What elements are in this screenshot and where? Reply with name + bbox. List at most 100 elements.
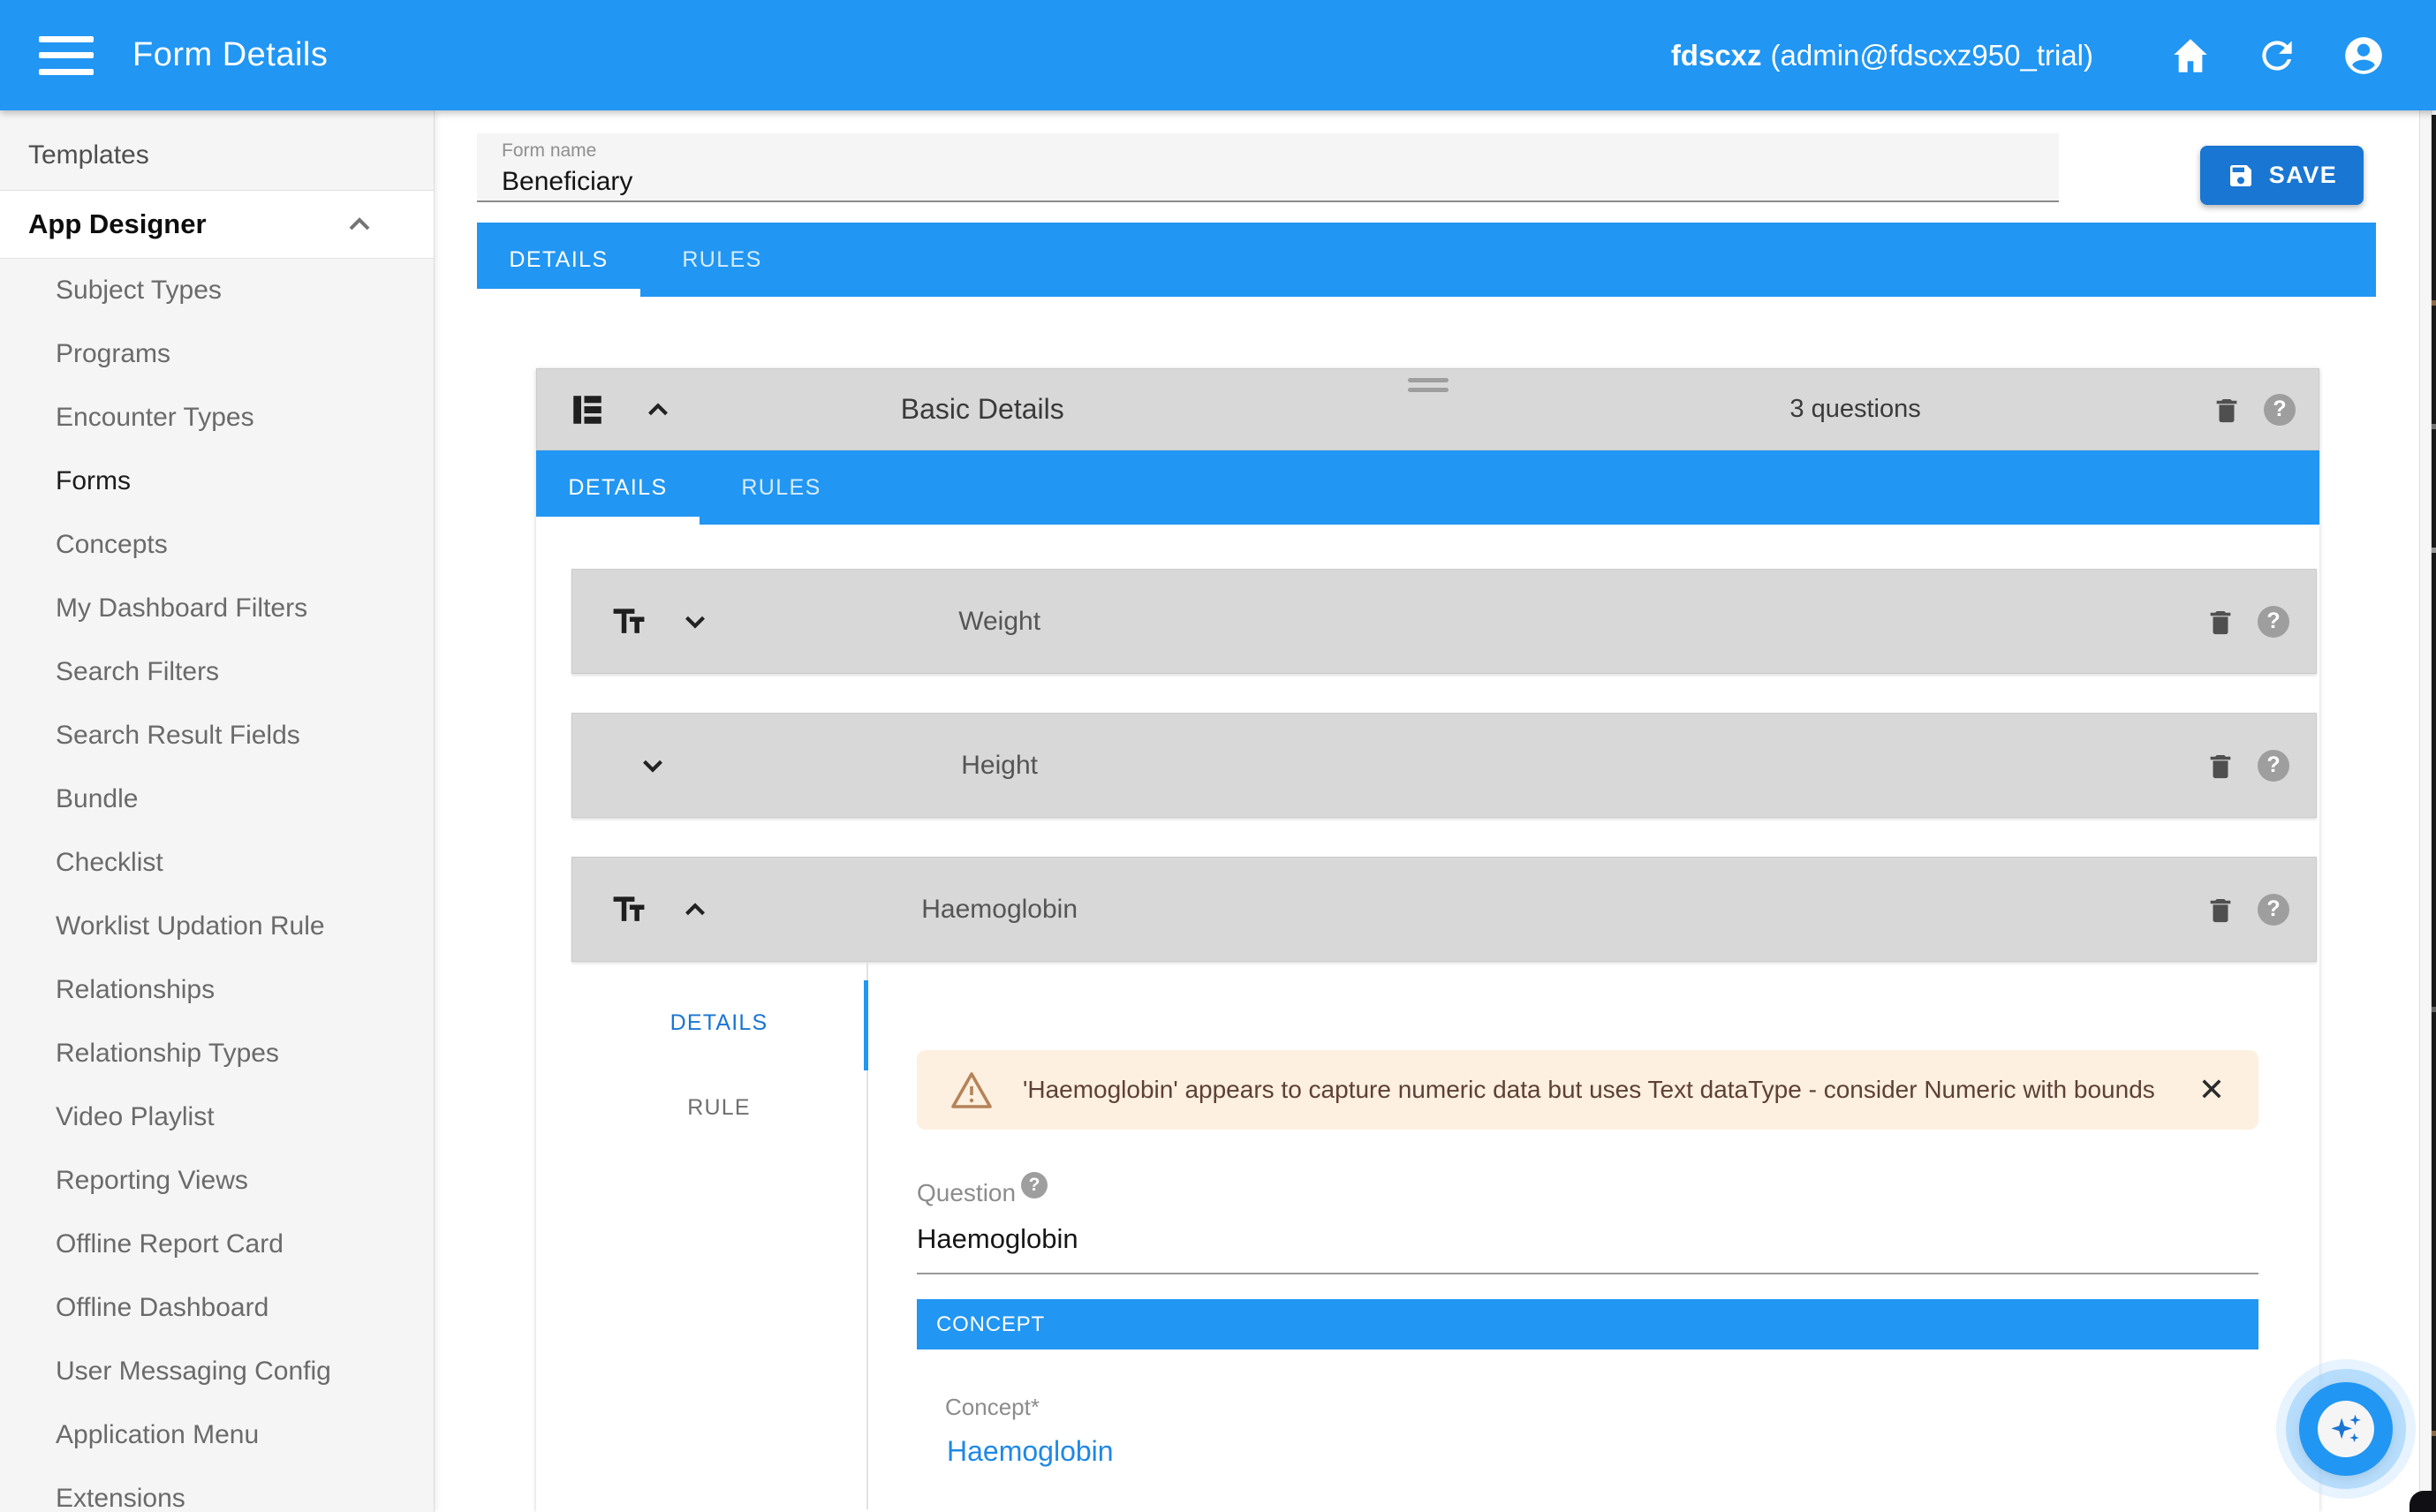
ai-assistant-fab[interactable] [2299, 1382, 2393, 1476]
close-icon[interactable]: ✕ [2172, 1074, 2225, 1106]
window-corner [2410, 1491, 2436, 1512]
panel-tab-details[interactable]: DETAILS [571, 980, 866, 1065]
sidebar-item-subject-types[interactable]: Subject Types [0, 259, 434, 322]
sidebar-item-worklist-updation-rule[interactable]: Worklist Updation Rule [0, 895, 434, 958]
sidebar-item-my-dashboard-filters[interactable]: My Dashboard Filters [0, 577, 434, 640]
vertical-scrollbar[interactable] [2419, 110, 2432, 1512]
sidebar-item-concepts[interactable]: Concepts [0, 513, 434, 577]
group-header-icons [569, 391, 675, 428]
question-row-icons [572, 890, 712, 929]
group-active-tab-indicator [536, 517, 700, 525]
group-help-icon[interactable]: ? [2264, 394, 2296, 426]
save-button[interactable]: SAVE [2200, 146, 2364, 205]
active-tab-indicator [477, 289, 640, 297]
text-datatype-icon [609, 890, 648, 929]
question-field-help-icon[interactable]: ? [1021, 1172, 1048, 1198]
warning-icon [950, 1070, 993, 1109]
sparkle-icon [2318, 1401, 2374, 1457]
form-name-label: Form name [502, 140, 2059, 162]
group-header[interactable]: Basic Details 3 questions ? [536, 368, 2319, 450]
group-question-count: 3 questions [1789, 395, 1920, 424]
group-body: Weight ? Height [536, 525, 2319, 1509]
group-header-actions: ? [2209, 392, 2296, 427]
delete-group-icon[interactable] [2209, 392, 2244, 427]
group-tab-rules[interactable]: RULES [700, 450, 863, 525]
page-title: Form Details [132, 36, 328, 74]
chevron-down-icon[interactable] [678, 605, 712, 639]
question-name-input[interactable]: Haemoglobin [917, 1223, 2258, 1274]
question-row-icons [572, 749, 670, 782]
sidebar-item-relationship-types[interactable]: Relationship Types [0, 1022, 434, 1085]
sidebar-item-offline-report-card[interactable]: Offline Report Card [0, 1213, 434, 1276]
group-list-icon [569, 391, 606, 428]
group-collapse-icon[interactable] [641, 393, 675, 427]
sidebar-item-programs[interactable]: Programs [0, 322, 434, 386]
sidebar-group-label: App Designer [28, 208, 207, 240]
question-row-haemoglobin[interactable]: Haemoglobin ? [571, 857, 2317, 962]
form-group-card: Basic Details 3 questions ? DETAILS RULE… [536, 368, 2319, 1512]
sidebar-item-forms[interactable]: Forms [0, 450, 434, 513]
delete-question-icon[interactable] [2203, 604, 2238, 639]
concept-value-link[interactable]: Haemoglobin [947, 1435, 1114, 1468]
sidebar-item-extensions[interactable]: Extensions [0, 1467, 434, 1512]
chevron-up-icon [342, 207, 377, 242]
delete-question-icon[interactable] [2203, 748, 2238, 783]
main-content: Form name Beneficiary SAVE DETAILS RULES [435, 110, 2436, 1512]
menu-icon[interactable] [39, 36, 95, 75]
save-button-label: SAVE [2269, 162, 2338, 189]
group-tab-details[interactable]: DETAILS [536, 450, 700, 525]
question-detail-panel: DETAILS RULE 'Haemoglobin' appears to ca… [571, 962, 2317, 1509]
question-help-icon[interactable]: ? [2258, 894, 2289, 926]
group-title: Basic Details [901, 393, 1064, 426]
sidebar-item-relationships[interactable]: Relationships [0, 958, 434, 1022]
question-help-icon[interactable]: ? [2258, 606, 2289, 638]
question-row-actions: ? [2203, 604, 2289, 639]
sidebar-item-user-messaging-config[interactable]: User Messaging Config [0, 1340, 434, 1403]
panel-tab-rule[interactable]: RULE [571, 1065, 866, 1150]
sidebar-item-bundle[interactable]: Bundle [0, 767, 434, 831]
sidebar-item-encounter-types[interactable]: Encounter Types [0, 386, 434, 450]
chevron-up-icon[interactable] [678, 893, 712, 926]
sidebar-item-checklist[interactable]: Checklist [0, 831, 434, 895]
chevron-down-icon[interactable] [636, 749, 670, 782]
sidebar-item-search-filters[interactable]: Search Filters [0, 640, 434, 704]
concept-field-label: Concept* [945, 1394, 2258, 1421]
warning-banner: 'Haemoglobin' appears to capture numeric… [917, 1050, 2258, 1130]
delete-question-icon[interactable] [2203, 892, 2238, 927]
question-label: Height [961, 751, 1038, 781]
form-tabs: DETAILS RULES [477, 223, 2376, 297]
question-field-label: Question [917, 1179, 1016, 1207]
app-bar: Form Details fdscxz(admin@fdscxz950_tria… [0, 0, 2436, 110]
sidebar-item-reporting-views[interactable]: Reporting Views [0, 1149, 434, 1213]
user-info: fdscxz(admin@fdscxz950_trial) [1671, 39, 2093, 72]
text-datatype-icon [609, 602, 648, 641]
sidebar-item-video-playlist[interactable]: Video Playlist [0, 1085, 434, 1149]
form-name-value: Beneficiary [502, 167, 2059, 197]
form-details-screen: Form Details fdscxz(admin@fdscxz950_tria… [0, 0, 2436, 1512]
account-icon[interactable] [2341, 33, 2387, 79]
sidebar-item-offline-dashboard[interactable]: Offline Dashboard [0, 1276, 434, 1340]
question-label: Haemoglobin [921, 895, 1078, 925]
concept-section-header: CONCEPT [917, 1299, 2258, 1349]
sidebar-item-application-menu[interactable]: Application Menu [0, 1403, 434, 1467]
question-row-height[interactable]: Height ? [571, 713, 2317, 818]
sidebar: Templates App Designer Subject Types Pro… [0, 110, 435, 1512]
sidebar-item-templates[interactable]: Templates [0, 121, 434, 190]
screen-edge-strip [2432, 115, 2436, 1512]
question-panel-content: 'Haemoglobin' appears to capture numeric… [868, 962, 2317, 1509]
tab-rules[interactable]: RULES [640, 223, 804, 297]
sidebar-group-app-designer[interactable]: App Designer [0, 190, 434, 259]
question-row-weight[interactable]: Weight ? [571, 569, 2317, 674]
tab-details[interactable]: DETAILS [477, 223, 640, 297]
refresh-icon[interactable] [2254, 33, 2300, 79]
question-row-actions: ? [2203, 748, 2289, 783]
question-label-row: Question ? [917, 1179, 2258, 1207]
question-label: Weight [958, 607, 1040, 637]
drag-handle-icon[interactable] [1408, 378, 1449, 392]
home-icon[interactable] [2167, 33, 2213, 79]
question-row-icons [572, 602, 712, 641]
form-name-field[interactable]: Form name Beneficiary [477, 133, 2059, 202]
question-help-icon[interactable]: ? [2258, 750, 2289, 782]
sidebar-item-search-result-fields[interactable]: Search Result Fields [0, 704, 434, 767]
user-name: fdscxz [1671, 39, 1762, 72]
